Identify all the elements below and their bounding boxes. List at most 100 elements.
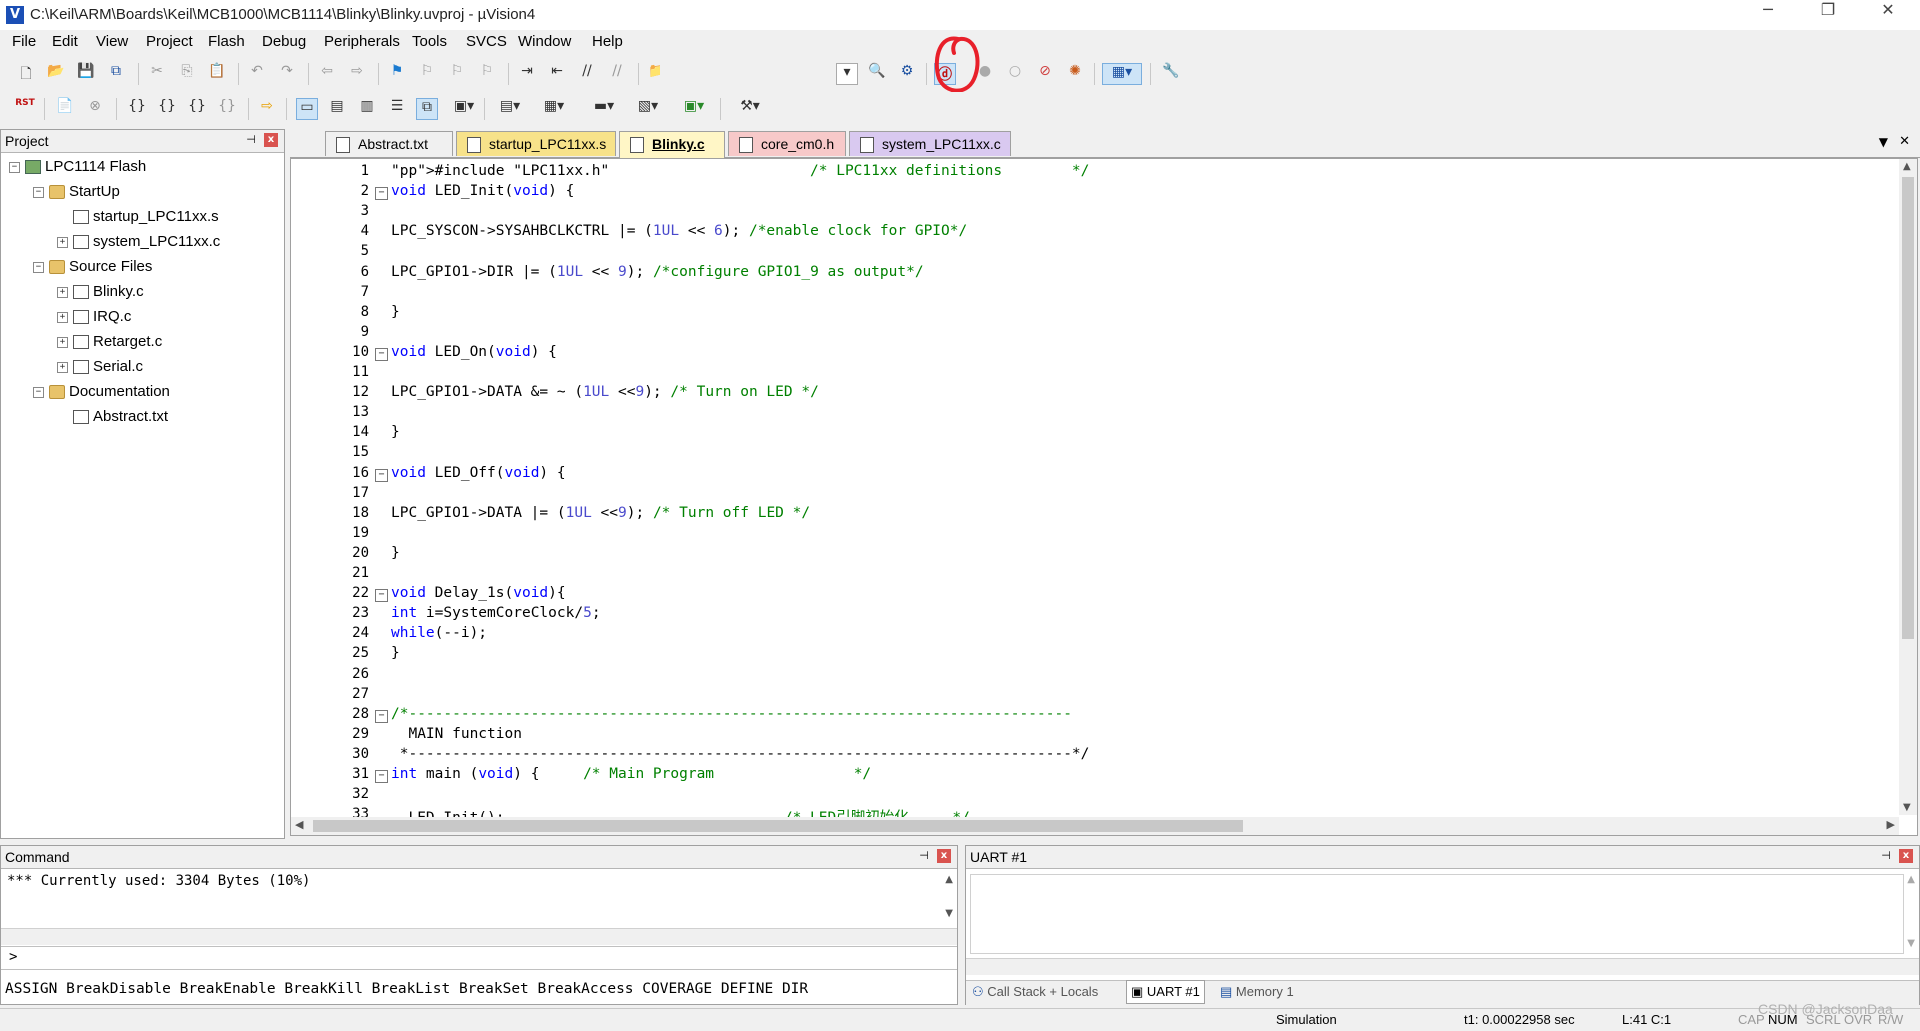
uart-output[interactable] xyxy=(970,874,1904,954)
incremental-find-icon[interactable]: ⚙ xyxy=(896,63,918,85)
scroll-left-icon[interactable]: ◀ xyxy=(295,818,303,831)
undo-icon[interactable]: ↶ xyxy=(246,63,268,85)
code-line[interactable]: } xyxy=(391,545,400,561)
uart-hscroll[interactable] xyxy=(966,958,1919,975)
system-viewer-icon[interactable]: ▣▾ xyxy=(676,98,712,120)
indent-icon[interactable]: ⇥ xyxy=(516,63,538,85)
scroll-right-icon[interactable]: ▶ xyxy=(1887,818,1895,831)
tab-close-icon[interactable]: ✕ xyxy=(1899,134,1910,149)
tab-system-lpc11xx-c[interactable]: system_LPC11xx.c xyxy=(849,131,1011,156)
trace-window-icon[interactable]: ▧▾ xyxy=(630,98,666,120)
minimize-button[interactable]: ─ xyxy=(1740,0,1796,30)
unindent-icon[interactable]: ⇤ xyxy=(546,63,568,85)
fold-toggle-icon[interactable]: − xyxy=(375,709,388,723)
copy-icon[interactable]: ⎘ xyxy=(176,63,198,85)
tree-item-system-lpc11xx-c[interactable]: + system_LPC11xx.c xyxy=(57,231,220,253)
uncomment-icon[interactable]: // xyxy=(606,63,628,85)
tree-item-blinky-c[interactable]: + Blinky.c xyxy=(57,281,144,303)
stop-icon[interactable]: ⊗ xyxy=(84,98,106,120)
save-all-icon[interactable]: ⧉ xyxy=(105,63,127,85)
close-panel-icon[interactable]: x xyxy=(1899,849,1913,863)
cut-icon[interactable]: ✂ xyxy=(146,63,168,85)
scroll-up-icon[interactable]: ▲ xyxy=(1903,161,1911,172)
step-out-icon[interactable]: {} xyxy=(186,98,208,120)
horizontal-scrollbar[interactable]: ◀ ▶ xyxy=(291,817,1899,835)
close-button[interactable]: ✕ xyxy=(1860,0,1916,30)
tree-item-abstract-txt[interactable]: Abstract.txt xyxy=(57,406,168,428)
pin-icon[interactable]: ⊣ xyxy=(917,849,931,863)
tab-startup-lpc11xx-s[interactable]: startup_LPC11xx.s xyxy=(456,131,616,156)
code-line[interactable]: *---------------------------------------… xyxy=(391,746,1090,762)
menu-window[interactable]: Window xyxy=(518,33,571,50)
code-line[interactable]: int main (void) { /* Main Program */ xyxy=(391,766,871,782)
vertical-scrollbar[interactable]: ▲ ▼ xyxy=(1899,159,1917,815)
fold-toggle-icon[interactable]: − xyxy=(375,347,388,361)
scroll-down-icon[interactable]: ▼ xyxy=(945,908,953,919)
redo-icon[interactable]: ↷ xyxy=(276,63,298,85)
comment-icon[interactable]: // xyxy=(576,63,598,85)
settings-wrench-icon[interactable]: 🔧 xyxy=(1160,63,1182,85)
code-line[interactable]: void LED_On(void) { xyxy=(391,344,557,360)
run-icon[interactable]: 📄 xyxy=(54,98,76,120)
show-next-statement-icon[interactable]: ⇨ xyxy=(256,98,278,120)
clear-bookmarks-icon[interactable]: ⚐ xyxy=(476,63,498,85)
menu-tools[interactable]: Tools xyxy=(412,33,447,50)
save-icon[interactable]: 💾 xyxy=(75,63,97,85)
nav-back-icon[interactable]: ⇦ xyxy=(316,63,338,85)
scroll-up-icon[interactable]: ▲ xyxy=(945,874,953,885)
serial-window-icon[interactable]: ▦▾ xyxy=(536,98,572,120)
expand-icon[interactable]: + xyxy=(57,236,68,248)
tree-item-retarget-c[interactable]: + Retarget.c xyxy=(57,331,162,353)
code-line[interactable]: void Delay_1s(void){ xyxy=(391,585,566,601)
tree-item-documentation[interactable]: − Documentation xyxy=(33,381,170,403)
code-line[interactable]: void LED_Off(void) { xyxy=(391,465,566,481)
find-icon[interactable]: 🔍 xyxy=(866,63,888,85)
disable-breakpoints-icon[interactable]: ⊘ xyxy=(1034,63,1056,85)
step-over-icon[interactable]: {} xyxy=(156,98,178,120)
kill-breakpoints-icon[interactable]: ✺ xyxy=(1064,63,1086,85)
toolbox-icon[interactable]: ⚒▾ xyxy=(730,98,770,120)
expand-icon[interactable]: + xyxy=(57,311,68,323)
menu-edit[interactable]: Edit xyxy=(52,33,78,50)
step-in-icon[interactable]: {} xyxy=(126,98,148,120)
command-hscroll[interactable] xyxy=(1,928,957,945)
call-stack-icon[interactable]: ⧉ xyxy=(416,98,438,120)
memory-window-icon[interactable]: ▤▾ xyxy=(492,98,528,120)
code-line[interactable]: MAIN function xyxy=(391,726,522,742)
new-file-icon[interactable]: 🗋 xyxy=(15,63,37,85)
pin-icon[interactable]: ⊣ xyxy=(1879,849,1893,863)
close-panel-icon[interactable]: x xyxy=(937,849,951,863)
code-line[interactable]: } xyxy=(391,304,400,320)
tree-item-startup[interactable]: − StartUp xyxy=(33,181,120,203)
command-window-icon[interactable]: ▭ xyxy=(296,98,318,120)
nav-forward-icon[interactable]: ⇨ xyxy=(346,63,368,85)
menu-debug[interactable]: Debug xyxy=(262,33,306,50)
tree-item-startup-lpc11xx-s[interactable]: startup_LPC11xx.s xyxy=(57,206,219,228)
collapse-icon[interactable]: − xyxy=(33,261,44,273)
horizontal-scroll-thumb[interactable] xyxy=(313,820,1243,832)
tab-call-stack[interactable]: ⚇ Call Stack + Locals xyxy=(972,981,1098,1003)
config-dropdown-icon[interactable]: ▾ xyxy=(836,63,858,85)
tree-item-source-files[interactable]: − Source Files xyxy=(33,256,152,278)
code-line[interactable]: } xyxy=(391,645,400,661)
menu-project[interactable]: Project xyxy=(146,33,193,50)
tab-blinky-c[interactable]: Blinky.c xyxy=(619,131,725,158)
tree-item-lpc1114-flash[interactable]: − LPC1114 Flash xyxy=(9,156,146,178)
enable-breakpoint-icon[interactable]: ○ xyxy=(1004,63,1026,85)
command-input[interactable]: > xyxy=(1,946,957,970)
code-line[interactable]: while(--i); xyxy=(391,625,487,641)
code-line[interactable]: } xyxy=(391,424,400,440)
collapse-icon[interactable]: − xyxy=(33,186,44,198)
fold-toggle-icon[interactable]: − xyxy=(375,589,388,603)
run-to-cursor-icon[interactable]: {} xyxy=(216,98,238,120)
code-line[interactable]: LPC_GPIO1->DATA |= (1UL <<9); /* Turn of… xyxy=(391,505,810,521)
tab-uart-1[interactable]: ▣ UART #1 xyxy=(1126,980,1205,1004)
expand-icon[interactable]: + xyxy=(57,336,68,348)
code-line[interactable]: LPC_GPIO1->DIR |= (1UL << 9); /*configur… xyxy=(391,264,924,280)
code-line[interactable]: void LED_Init(void) { xyxy=(391,183,574,199)
fold-toggle-icon[interactable]: − xyxy=(375,187,388,201)
code-editor[interactable]: 1 2−3 4 5 6 7 8 9 10−11 12 13 14 15 16−17 18 19 20 21 22−2… xyxy=(290,158,1918,836)
close-panel-icon[interactable]: x xyxy=(264,133,278,147)
expand-icon[interactable]: + xyxy=(57,361,68,373)
bookmark-icon[interactable]: ⚑ xyxy=(386,63,408,85)
